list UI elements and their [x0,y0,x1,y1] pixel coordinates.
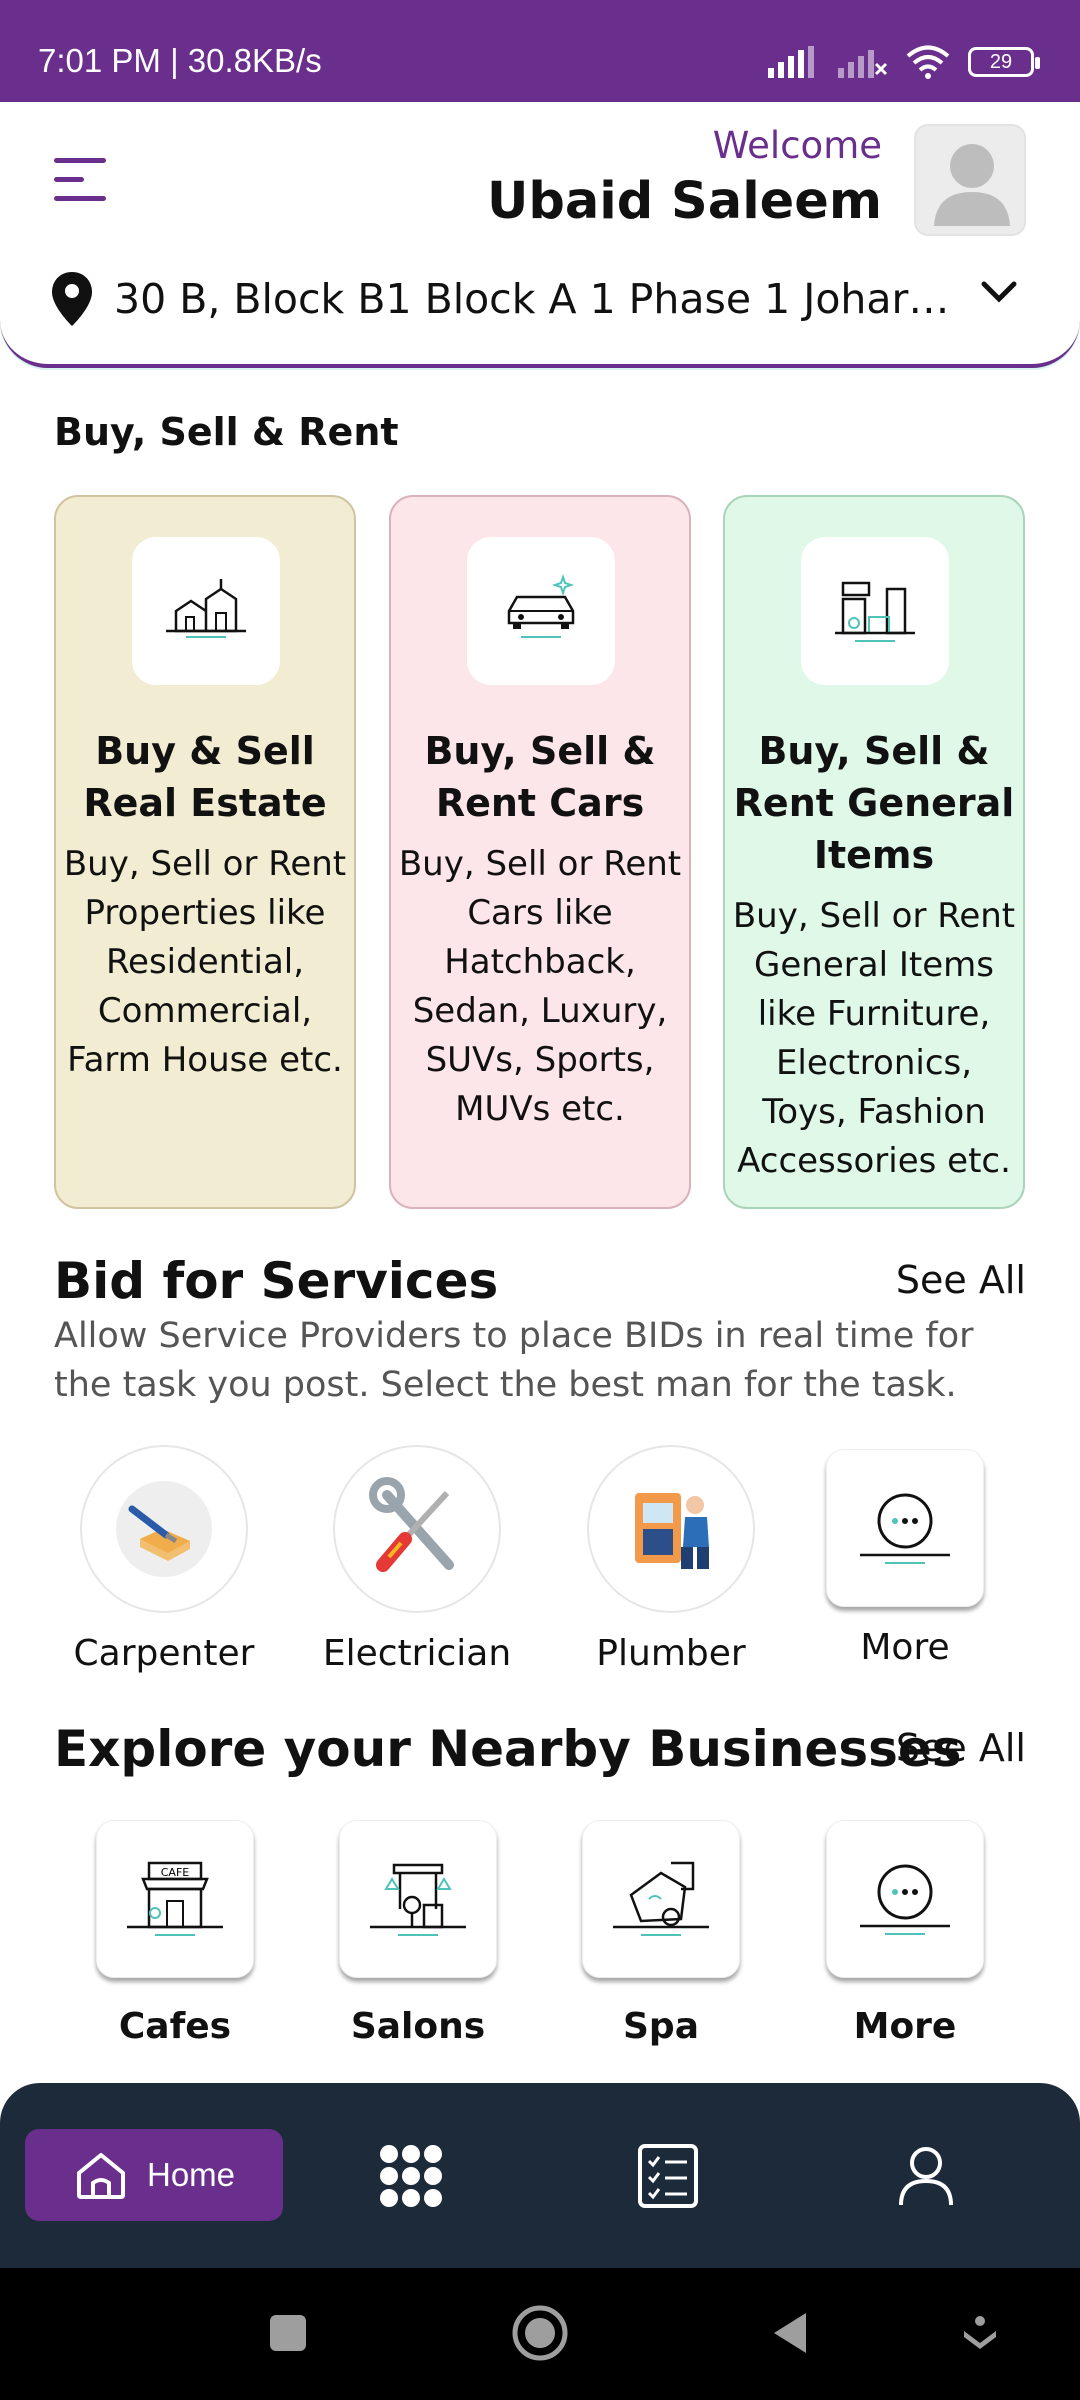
real-estate-icon [166,579,246,638]
service-icon-circle [80,1445,248,1613]
business-salons[interactable]: Salons [318,1820,518,2047]
status-time: 7:01 PM | 30.8KB/s [38,42,322,79]
back-icon [774,2313,806,2353]
service-plumber[interactable]: Plumber [571,1445,771,1674]
location-text: 30 B, Block B1 Block A 1 Phase 1 Johar T… [114,275,954,323]
business-icon-box [582,1820,740,1978]
salon-icon [370,1863,466,1936]
location-selector[interactable]: 30 B, Block B1 Block A 1 Phase 1 Johar T… [50,264,1030,334]
cafe-icon: CAFE [127,1861,223,1936]
service-label: More [860,1627,950,1668]
buy-sell-rent-title: Buy, Sell & Rent [54,410,399,454]
svg-text:CAFE: CAFE [161,1866,190,1879]
service-more[interactable]: More [805,1445,1005,1668]
business-icon-box [826,1820,984,1978]
business-icon-box [339,1820,497,1978]
back-button[interactable] [755,2298,825,2368]
service-electrician[interactable]: Electrician [317,1445,517,1674]
more-icon [860,1493,950,1564]
real-estate-card[interactable]: Buy & Sell Real Estate Buy, Sell or Rent… [54,495,356,1209]
businesses-title: Explore your Nearby Businesses [54,1720,962,1778]
cars-card[interactable]: Buy, Sell & Rent Cars Buy, Sell or Rent … [389,495,691,1209]
status-icons: 29 [768,44,1040,80]
wifi-icon [906,45,950,79]
carpenter-icon [116,1481,212,1577]
checklist-icon [638,2144,698,2208]
service-label: Carpenter [73,1633,255,1674]
signal-no-service-icon [838,50,888,78]
card-title: Buy & Sell Real Estate [83,729,327,825]
general-items-card[interactable]: Buy, Sell & Rent General Items Buy, Sell… [723,495,1025,1209]
location-pin-icon [52,272,92,326]
recents-icon [270,2315,306,2351]
home-system-button[interactable] [505,2298,575,2368]
card-description: Buy, Sell or Rent Properties like Reside… [63,844,347,1080]
service-icon-circle [333,1445,501,1613]
service-carpenter[interactable]: Carpenter [64,1445,264,1674]
electrician-icon [369,1477,454,1572]
services-see-all-link[interactable]: See All [896,1258,1026,1302]
service-icon-circle [587,1445,755,1613]
menu-button[interactable] [54,158,106,202]
business-icon-box: CAFE [96,1820,254,1978]
signal-icon [768,46,814,78]
business-label: More [853,2006,957,2047]
profile-icon [899,2147,953,2206]
more-icon [860,1864,950,1935]
user-name: Ubaid Saleem [486,172,882,231]
app-header: Welcome Ubaid Saleem 30 B, Block B1 Bloc… [0,102,1080,368]
bottom-navigation: Home [0,2083,1080,2268]
card-icon-box [467,537,615,685]
status-bar: 7:01 PM | 30.8KB/s 29 [0,0,1080,102]
home-icon [76,2153,125,2199]
business-spa[interactable]: Spa [561,1820,761,2047]
business-more[interactable]: More [805,1820,1005,2047]
nav-tasks-button[interactable] [633,2141,703,2211]
business-label: Spa [623,2006,699,2047]
service-label: Plumber [596,1633,746,1674]
businesses-see-all-link[interactable]: See All [896,1726,1026,1770]
avatar[interactable] [914,124,1026,236]
card-description: Buy, Sell or Rent General Items like Fur… [732,896,1016,1181]
spa-icon [613,1861,709,1936]
nav-home-button[interactable]: Home [25,2129,283,2221]
battery-icon: 29 [968,47,1040,77]
general-items-icon [835,581,915,642]
card-title: Buy, Sell & Rent General Items [733,729,1015,877]
plumber-icon [635,1493,709,1569]
business-label: Salons [350,2006,486,2047]
services-title: Bid for Services [54,1252,499,1310]
accessibility-button[interactable] [945,2298,1015,2368]
card-icon-box [132,537,280,685]
services-description: Allow Service Providers to place BIDs in… [54,1316,974,1405]
more-icon-box [826,1449,984,1607]
welcome-text: Welcome [712,124,882,167]
recents-button[interactable] [253,2298,323,2368]
home-circle-icon [512,2305,568,2361]
chevron-down-icon[interactable] [980,280,1018,304]
service-label: Electrician [322,1633,512,1674]
business-cafes[interactable]: CAFE Cafes [75,1820,275,2047]
card-description: Buy, Sell or Rent Cars like Hatchback, S… [398,844,682,1129]
avatar-placeholder-icon [934,144,1010,226]
nav-profile-button[interactable] [891,2141,961,2211]
system-navigation-bar [0,2268,1080,2400]
grid-icon [380,2145,442,2207]
card-icon-box [801,537,949,685]
nav-home-label: Home [146,2156,236,2193]
business-label: Cafes [118,2006,232,2047]
car-icon [507,573,575,638]
nav-grid-button[interactable] [376,2141,446,2211]
accessibility-icon [964,2316,996,2349]
card-title: Buy, Sell & Rent Cars [424,729,656,825]
